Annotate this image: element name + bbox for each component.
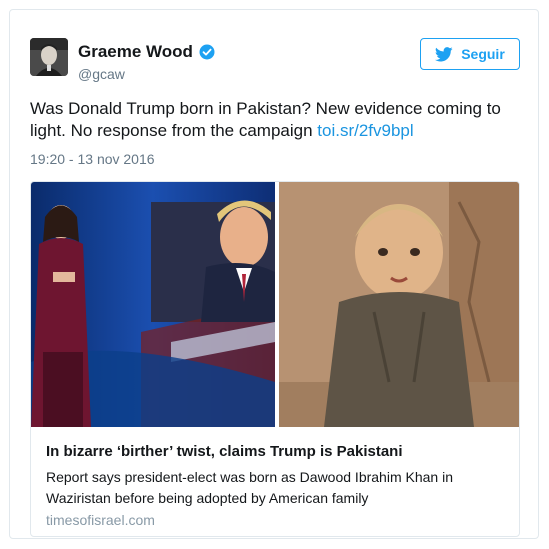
- avatar[interactable]: [30, 38, 68, 76]
- user-name-row[interactable]: Graeme Wood: [78, 42, 215, 62]
- card-image[interactable]: [31, 182, 519, 427]
- tweet-text: Was Donald Trump born in Pakistan? New e…: [30, 98, 522, 142]
- tweet-card: Graeme Wood @gcaw Seguir Was Donald Trum…: [9, 9, 539, 539]
- follow-button-label: Seguir: [461, 46, 505, 62]
- child-image: [279, 182, 519, 427]
- card-title[interactable]: In bizarre ‘birther’ twist, claims Trump…: [46, 443, 403, 460]
- verified-badge-icon: [199, 44, 215, 60]
- tweet-link[interactable]: toi.sr/2fv9bpl: [317, 121, 413, 140]
- follow-button[interactable]: Seguir: [420, 38, 520, 70]
- card-domain: timesofisrael.com: [46, 512, 155, 528]
- twitter-bird-icon: [435, 46, 453, 61]
- tweet-timestamp[interactable]: 19:20 - 13 nov 2016: [30, 151, 155, 167]
- link-card[interactable]: In bizarre ‘birther’ twist, claims Trump…: [30, 181, 520, 537]
- user-handle[interactable]: @gcaw: [78, 66, 125, 82]
- card-description: Report says president-elect was born as …: [46, 469, 453, 506]
- tweet-text-body: Was Donald Trump born in Pakistan? New e…: [30, 99, 501, 140]
- user-name[interactable]: Graeme Wood: [78, 42, 193, 62]
- news-anchor-image: [31, 182, 275, 427]
